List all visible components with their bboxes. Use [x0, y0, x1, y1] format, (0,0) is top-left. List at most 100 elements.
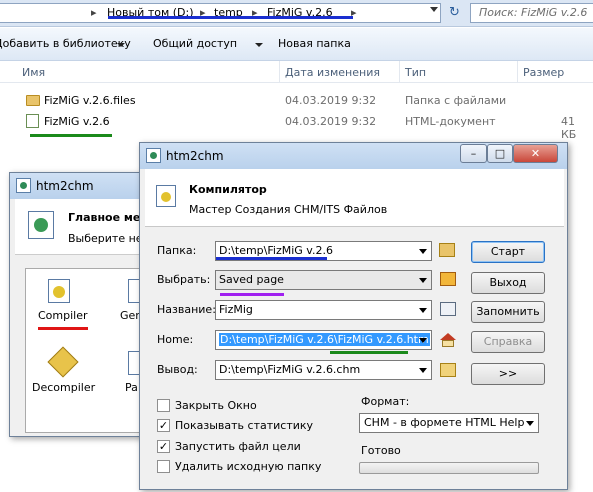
remember-button[interactable]: Запомнить	[471, 301, 545, 323]
select-combo[interactable]: Saved page	[215, 270, 432, 290]
chevron-down-icon[interactable]	[419, 249, 427, 254]
add-to-library-button[interactable]: Добавить в библиотеку	[0, 37, 131, 50]
select-value: Saved page	[219, 273, 284, 286]
app-icon	[16, 178, 31, 193]
delete-source-label: Удалить исходную папку	[175, 460, 322, 473]
list-item[interactable]: FizMiG v.2.6.files 04.03.2019 9:32 Папка…	[0, 91, 593, 111]
window-title: htm2chm	[36, 179, 94, 193]
window-title: htm2chm	[166, 149, 224, 163]
column-divider[interactable]	[517, 61, 518, 83]
column-divider[interactable]	[279, 61, 280, 83]
decompiler-label: Decompiler	[32, 381, 96, 394]
format-label: Формат:	[361, 395, 410, 408]
output-label: Вывод:	[157, 363, 198, 376]
column-header: Имя Дата изменения Тип Размер	[0, 61, 593, 83]
column-divider[interactable]	[399, 61, 400, 83]
file-type: HTML-документ	[405, 115, 496, 128]
home-combo[interactable]: D:\temp\FizMiG v.2.6\FizMiG v.2.6.htm	[215, 330, 432, 350]
breadcrumb-sep: ▸	[252, 6, 258, 19]
name-combo[interactable]: FizMig	[215, 300, 432, 320]
chevron-down-icon	[117, 43, 125, 47]
help-button[interactable]: Справка	[471, 331, 545, 353]
select-underline	[220, 293, 284, 296]
chevron-down-icon[interactable]	[430, 7, 438, 12]
chevron-down-icon[interactable]	[419, 368, 427, 373]
status-text: Готово	[361, 444, 401, 457]
header-title: Компилятор	[189, 183, 267, 196]
column-name[interactable]: Имя	[22, 66, 45, 79]
more-button[interactable]: >>	[471, 363, 545, 385]
refresh-icon[interactable]: ↻	[449, 5, 460, 20]
breadcrumb-arrow: ▸	[91, 6, 97, 19]
breadcrumb-temp[interactable]: temp	[214, 4, 243, 22]
compiler-underline	[38, 327, 88, 330]
delete-source-checkbox[interactable]	[157, 460, 170, 473]
compiler-window: htm2chm – □ ✕ Компилятор Мастер Создания…	[139, 142, 568, 490]
compiler-item[interactable]: Compiler	[32, 275, 88, 325]
name-value: FizMig	[219, 303, 253, 316]
share-button[interactable]: Общий доступ	[153, 37, 237, 50]
chevron-down-icon[interactable]	[526, 421, 534, 426]
home-label: Home:	[157, 333, 194, 346]
chevron-down-icon[interactable]	[419, 338, 427, 343]
home-value: D:\temp\FizMiG v.2.6\FizMiG v.2.6.htm	[219, 333, 430, 346]
progress-bar	[359, 462, 539, 474]
output-combo[interactable]: D:\temp\FizMiG v.2.6.chm	[215, 360, 432, 380]
breadcrumb-folder[interactable]: FizMiG v.2.6	[267, 4, 333, 22]
document-icon	[28, 211, 54, 239]
header-subtitle: Мастер Создания CHM/ITS Файлов	[189, 203, 388, 216]
home-icon[interactable]	[440, 333, 456, 340]
new-folder-button[interactable]: Новая папка	[278, 37, 351, 50]
wizard-icon	[156, 185, 176, 207]
breadcrumb-sep: ▸	[200, 6, 206, 19]
output-value: D:\temp\FizMiG v.2.6.chm	[219, 363, 361, 376]
maximize-button[interactable]: □	[487, 144, 513, 163]
filename-underline	[30, 134, 112, 137]
address-box[interactable]: ▸ Новый том (D:) ▸ temp ▸ FizMiG v.2.6 ▸	[0, 3, 441, 23]
header-title: Главное ме	[68, 211, 141, 224]
bag-icon[interactable]	[440, 272, 456, 286]
folder-underline	[216, 257, 327, 260]
start-button[interactable]: Старт	[471, 241, 545, 263]
search-input[interactable]: Поиск: FizMiG v.2.6	[470, 3, 593, 23]
save-folder-icon[interactable]	[440, 363, 456, 377]
close-window-checkbox[interactable]	[157, 399, 170, 412]
list-item[interactable]: FizMiG v.2.6 04.03.2019 9:32 HTML-докуме…	[0, 112, 593, 141]
decompiler-item[interactable]: Decompiler	[32, 346, 102, 403]
breadcrumb-sep: ▸	[351, 6, 357, 19]
explorer-toolbar: Добавить в библиотеку Общий доступ Новая…	[0, 28, 593, 61]
app-icon	[146, 148, 161, 163]
file-name: FizMiG v.2.6	[44, 115, 110, 128]
close-button[interactable]: ✕	[513, 144, 558, 163]
exit-button[interactable]: Выход	[471, 272, 545, 294]
home-underline	[330, 351, 408, 354]
minimize-button[interactable]: –	[460, 144, 487, 163]
open-folder-icon[interactable]	[439, 243, 455, 257]
run-target-checkbox[interactable]: ✓	[157, 440, 170, 453]
chevron-down-icon[interactable]	[419, 278, 427, 283]
header-panel: Компилятор Мастер Создания CHM/ITS Файло…	[145, 169, 564, 227]
html-file-icon	[26, 114, 39, 128]
file-size: 41 КБ	[561, 115, 577, 141]
address-underline	[108, 16, 353, 19]
breadcrumb-drive[interactable]: Новый том (D:)	[107, 4, 194, 22]
chevron-down-icon	[255, 43, 263, 47]
compiler-label: Compiler	[38, 309, 88, 322]
column-type[interactable]: Тип	[405, 66, 426, 79]
show-stats-checkbox[interactable]: ✓	[157, 419, 170, 432]
address-bar: ▸ Новый том (D:) ▸ temp ▸ FizMiG v.2.6 ▸…	[0, 0, 593, 27]
form-icon[interactable]	[440, 302, 456, 316]
column-date[interactable]: Дата изменения	[285, 66, 380, 79]
show-stats-label: Показывать статистику	[175, 419, 314, 432]
file-type: Папка с файлами	[405, 94, 507, 107]
compiler-icon	[48, 279, 70, 303]
format-value: CHM - в формете HTML Help	[364, 416, 525, 429]
pa-label: Pa	[125, 381, 138, 394]
format-select[interactable]: CHM - в формете HTML Help	[359, 413, 539, 433]
file-date: 04.03.2019 9:32	[285, 94, 377, 107]
folder-value: D:\temp\FizMiG v.2.6	[219, 244, 333, 257]
chevron-down-icon[interactable]	[419, 308, 427, 313]
title-bar: htm2chm – □ ✕	[140, 143, 567, 169]
run-target-label: Запустить файл цели	[175, 440, 301, 453]
column-size[interactable]: Размер	[523, 66, 564, 79]
